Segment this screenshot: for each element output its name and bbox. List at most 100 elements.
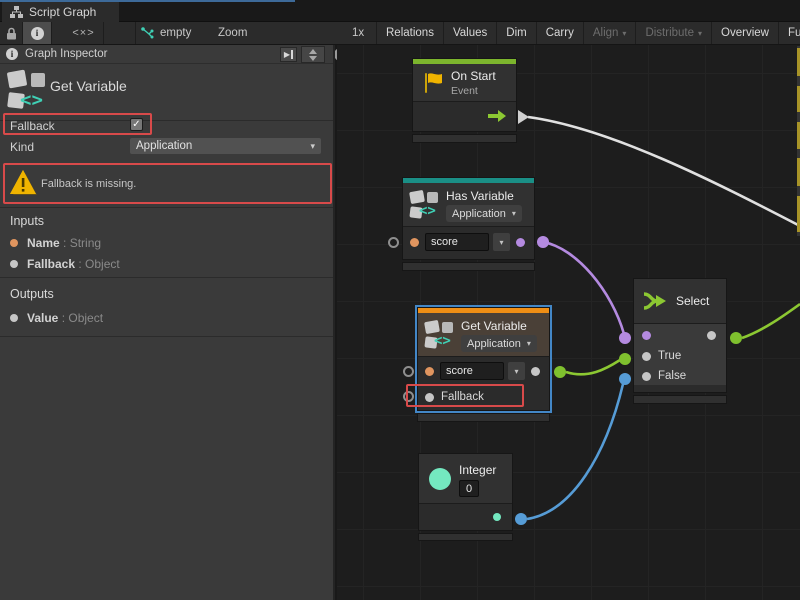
- info-icon: i: [31, 27, 44, 40]
- integer-output-dot[interactable]: [493, 513, 501, 521]
- chevron-down-icon: ▾: [698, 29, 702, 38]
- node-integer[interactable]: Integer 0: [418, 453, 513, 531]
- values-button[interactable]: Values: [443, 22, 496, 44]
- window-tab-bar: Script Graph ⋮ □ ✕: [0, 0, 800, 22]
- has-variable-output-port[interactable]: [537, 236, 549, 248]
- node-footer: [633, 395, 727, 404]
- get-variable-output-port[interactable]: [554, 366, 566, 378]
- inspector-toggle-button[interactable]: i: [22, 22, 52, 44]
- port-dot-icon: [10, 314, 18, 322]
- zoom-label: Zoom: [218, 22, 247, 44]
- breadcrumb-label: empty: [160, 27, 191, 39]
- relations-button[interactable]: Relations: [376, 22, 443, 44]
- select-merge-icon: [642, 290, 672, 312]
- node-header: Select: [634, 279, 726, 324]
- kind-dropdown[interactable]: Application ▾: [461, 335, 537, 352]
- dim-button[interactable]: Dim: [496, 22, 535, 44]
- node-footer: [412, 134, 517, 143]
- integer-value: 0: [466, 483, 472, 495]
- node-body: True False: [634, 324, 726, 385]
- true-input-dot[interactable]: [642, 352, 651, 361]
- tab-script-graph[interactable]: Script Graph: [2, 2, 119, 22]
- scroll-up-icon: [309, 49, 317, 54]
- true-port-label: True: [658, 350, 681, 362]
- divider: [0, 336, 333, 337]
- panel-scroll-spinner[interactable]: [301, 46, 325, 63]
- select-output-port[interactable]: [730, 332, 742, 344]
- align-button[interactable]: Align▾: [583, 22, 636, 44]
- chevron-down-icon: ▾: [310, 141, 315, 152]
- info-icon: i: [6, 48, 18, 60]
- name-input-port[interactable]: [410, 238, 419, 247]
- node-header: <> Get Variable Application ▾: [418, 313, 549, 357]
- chevron-down-icon: ▾: [527, 339, 531, 348]
- node-select[interactable]: Select True False: [633, 278, 727, 393]
- node-title: Integer: [459, 463, 496, 477]
- graph-inspector-title: Graph Inspector: [25, 48, 107, 60]
- variable-name-field[interactable]: score: [440, 362, 504, 380]
- integer-value-field[interactable]: 0: [459, 480, 479, 497]
- kind-value: Application: [467, 338, 521, 350]
- selection-output-dot[interactable]: [707, 331, 716, 340]
- integer-output-port[interactable]: [515, 513, 527, 525]
- select-false-port[interactable]: [619, 373, 631, 385]
- unconnected-input-port[interactable]: [403, 366, 414, 377]
- graph-inspector-panel: i Graph Inspector ▶ <> Get Variable Fall…: [0, 45, 335, 600]
- chevron-down-icon: ▾: [499, 238, 503, 247]
- node-has-variable[interactable]: <> Has Variable Application ▾ score ▾: [402, 177, 535, 260]
- divider: [0, 207, 333, 208]
- dock-icon: ▶: [284, 50, 290, 59]
- graph-canvas[interactable]: [337, 45, 800, 600]
- variable-name-field[interactable]: score: [425, 233, 489, 251]
- lock-button[interactable]: [6, 22, 17, 44]
- node-subtitle: Event: [451, 85, 478, 97]
- inspected-node-title: Get Variable: [50, 78, 127, 94]
- fallback-port-annotation-box: [406, 384, 524, 407]
- result-output-dot[interactable]: [516, 238, 525, 247]
- script-graph-icon: [10, 6, 23, 18]
- node-body: [413, 102, 516, 131]
- false-input-dot[interactable]: [642, 372, 651, 381]
- node-title: Get Variable: [461, 319, 527, 333]
- node-body: score ▾: [403, 227, 534, 259]
- fallback-annotation-box: [3, 113, 152, 135]
- control-output-port[interactable]: [518, 110, 529, 124]
- control-out-arrow-icon: [488, 109, 508, 123]
- outputs-section-title: Outputs: [10, 287, 54, 301]
- graph-toolbar: i <×> empty Zoom 1x Relations Values Dim…: [0, 22, 800, 45]
- node-footer: [402, 262, 535, 271]
- full-screen-button[interactable]: Full Screen: [778, 22, 800, 44]
- tab-title: Script Graph: [29, 5, 96, 19]
- kind-dropdown[interactable]: Application ▾: [130, 138, 321, 154]
- select-true-port[interactable]: [619, 353, 631, 365]
- variable-name-dropdown[interactable]: ▾: [493, 233, 510, 251]
- preview-code-button[interactable]: <×>: [64, 22, 104, 44]
- lock-icon: [6, 27, 17, 40]
- warning-icon: [10, 168, 38, 198]
- node-header: <> Has Variable Application ▾: [403, 183, 534, 227]
- unconnected-input-port[interactable]: [388, 237, 399, 248]
- node-title: On Start: [451, 69, 496, 83]
- code-icon: <×>: [72, 27, 94, 39]
- dock-panel-button[interactable]: ▶: [280, 47, 297, 62]
- variable-name-value: score: [431, 236, 458, 248]
- value-output-dot[interactable]: [531, 367, 540, 376]
- variable-node-icon: <>: [8, 69, 50, 113]
- port-dot-icon: [10, 239, 18, 247]
- carry-button[interactable]: Carry: [536, 22, 583, 44]
- distribute-button[interactable]: Distribute▾: [635, 22, 711, 44]
- output-row-value: Value : Object: [10, 311, 103, 325]
- kind-dropdown[interactable]: Application ▾: [446, 205, 522, 222]
- window-controls: ⋮ □ ✕: [0, 0, 800, 22]
- inputs-section-title: Inputs: [10, 214, 44, 228]
- graph-breadcrumb[interactable]: empty: [141, 22, 191, 44]
- node-footer: [417, 413, 550, 422]
- name-input-port[interactable]: [425, 367, 434, 376]
- overview-button[interactable]: Overview: [711, 22, 778, 44]
- select-condition-port[interactable]: [619, 332, 631, 344]
- node-on-start[interactable]: On Start Event: [412, 58, 517, 132]
- chevron-down-icon: ▾: [512, 209, 516, 218]
- variable-name-dropdown[interactable]: ▾: [508, 362, 525, 380]
- condition-input-dot[interactable]: [642, 331, 651, 340]
- zoom-value: 1x: [352, 22, 364, 44]
